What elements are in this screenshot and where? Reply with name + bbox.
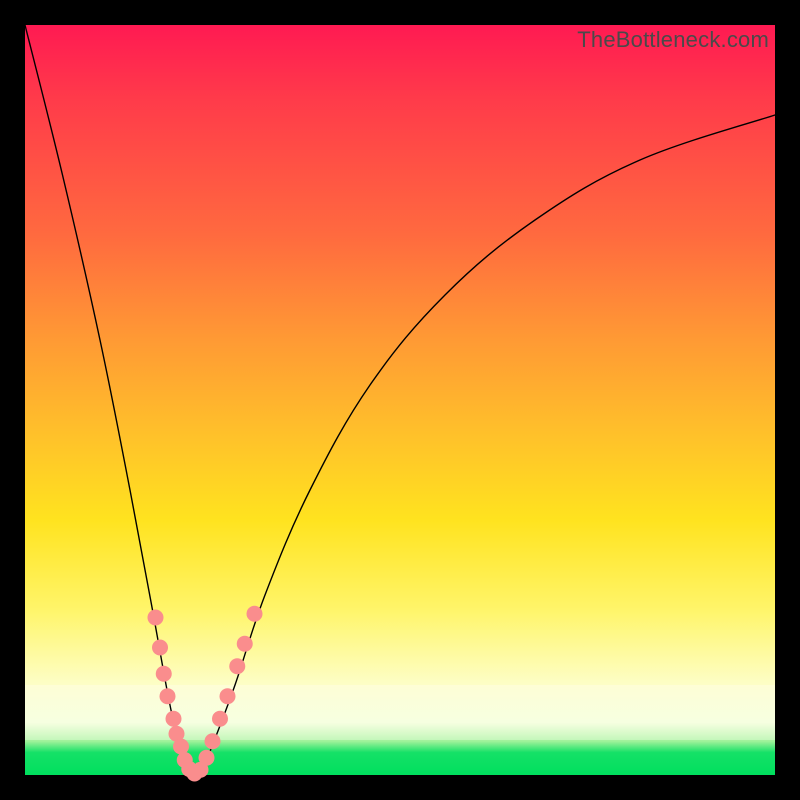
highlight-dot — [220, 688, 236, 704]
highlight-dot — [229, 658, 245, 674]
highlight-dot — [173, 739, 189, 755]
highlight-dot — [247, 606, 263, 622]
highlight-dot — [237, 636, 253, 652]
highlight-dot — [160, 688, 176, 704]
highlight-dot — [156, 666, 172, 682]
bottleneck-curve — [25, 25, 775, 775]
highlight-dot — [199, 750, 215, 766]
highlight-dot — [205, 733, 221, 749]
highlight-dot — [152, 640, 168, 656]
chart-svg — [25, 25, 775, 775]
highlight-dot — [166, 711, 182, 727]
highlight-dot — [212, 711, 228, 727]
highlight-dots-group — [148, 606, 263, 782]
chart-frame: TheBottleneck.com — [25, 25, 775, 775]
highlight-dot — [148, 610, 164, 626]
